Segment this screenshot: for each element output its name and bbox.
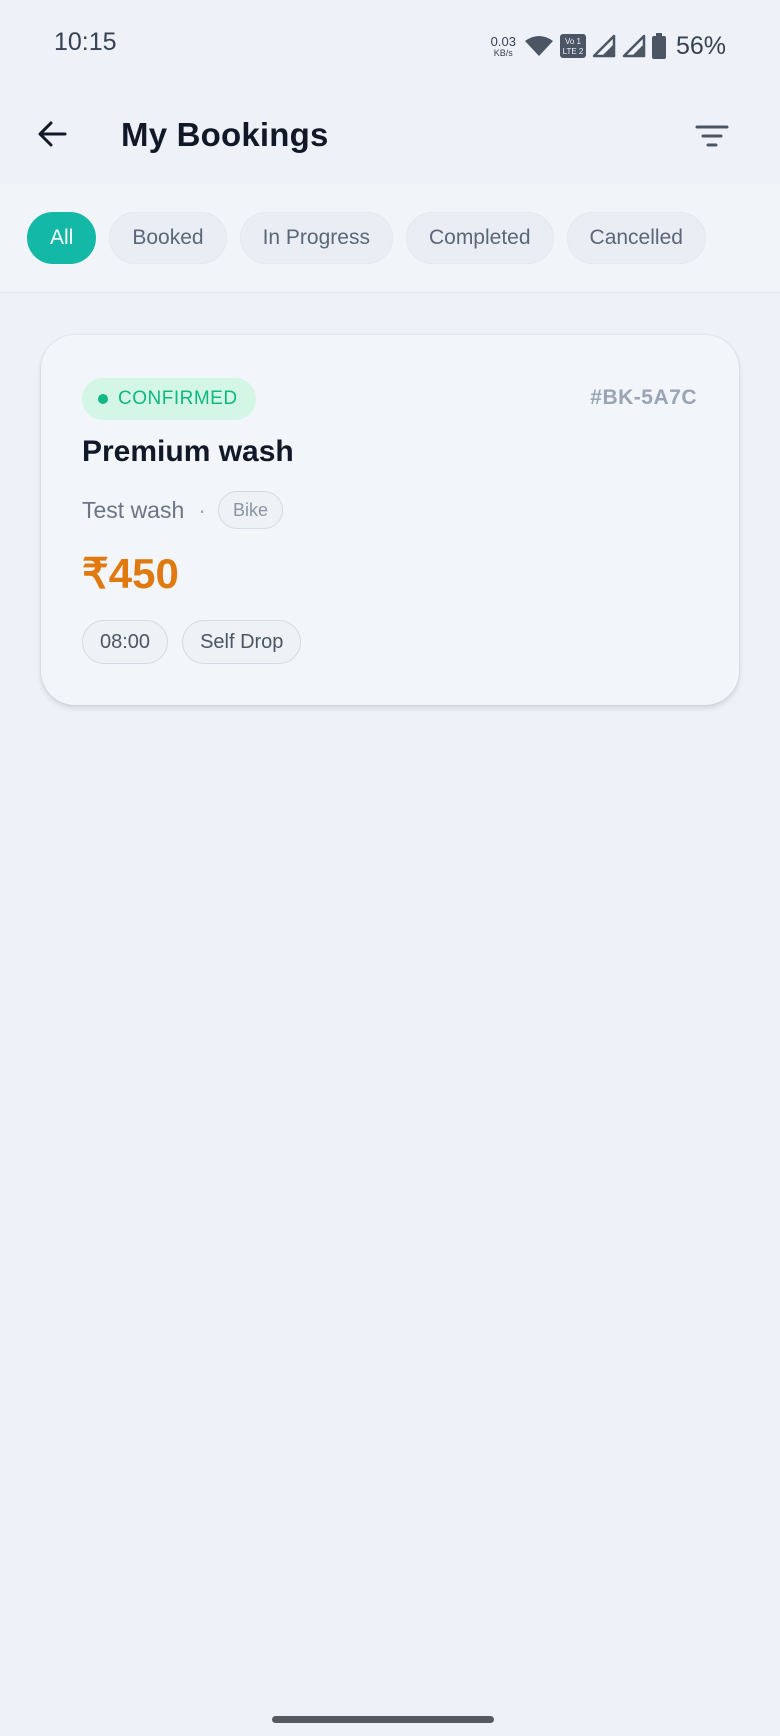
tab-all[interactable]: All bbox=[27, 212, 97, 264]
filter-button[interactable] bbox=[684, 110, 740, 166]
status-filter-tabs: All Booked In Progress Completed Cancell… bbox=[0, 184, 780, 293]
time-slot-chip: 08:00 bbox=[82, 620, 169, 664]
filter-lines-icon bbox=[695, 124, 729, 153]
booking-info-chips: 08:00 Self Drop bbox=[82, 620, 302, 664]
volte-icon: Vo 1 LTE 2 bbox=[559, 34, 586, 58]
signal-icon bbox=[622, 34, 646, 58]
signal-icon bbox=[592, 34, 616, 58]
status-icons: 0.03 KB/s Vo 1 LTE 2 56% bbox=[491, 30, 726, 62]
tab-cancelled[interactable]: Cancelled bbox=[566, 212, 706, 264]
battery-icon bbox=[651, 33, 666, 59]
home-indicator[interactable] bbox=[272, 1716, 494, 1723]
tab-booked[interactable]: Booked bbox=[109, 212, 227, 264]
tabs-row: All Booked In Progress Completed Cancell… bbox=[27, 212, 706, 264]
tab-completed[interactable]: Completed bbox=[405, 212, 554, 264]
booking-price: ₹450 bbox=[82, 550, 179, 597]
status-dot-icon bbox=[98, 394, 108, 404]
network-speed: 0.03 KB/s bbox=[491, 35, 516, 58]
wifi-icon bbox=[524, 34, 554, 58]
booking-subtitle: Test wash · Bike bbox=[82, 490, 283, 530]
arrow-left-icon bbox=[37, 120, 67, 153]
back-button[interactable] bbox=[24, 108, 80, 164]
shop-name: Test wash bbox=[82, 496, 185, 523]
booking-id: #BK-5A7C bbox=[590, 386, 697, 409]
separator: · bbox=[198, 496, 206, 523]
svg-text:Vo 1: Vo 1 bbox=[565, 37, 582, 46]
status-time: 10:15 bbox=[54, 28, 117, 56]
booking-card[interactable]: CONFIRMED #BK-5A7C Premium wash Test was… bbox=[41, 335, 739, 705]
network-speed-unit: KB/s bbox=[493, 47, 513, 58]
pickup-mode-chip: Self Drop bbox=[182, 620, 302, 664]
status-bar: 10:15 0.03 KB/s Vo 1 LTE 2 56% bbox=[0, 0, 780, 92]
status-badge-label: CONFIRMED bbox=[118, 388, 238, 409]
tab-in-progress[interactable]: In Progress bbox=[239, 212, 393, 264]
app-header: My Bookings bbox=[0, 92, 780, 184]
network-speed-value: 0.03 bbox=[490, 33, 516, 49]
status-badge: CONFIRMED bbox=[82, 378, 256, 420]
service-name: Premium wash bbox=[82, 435, 294, 468]
svg-text:LTE 2: LTE 2 bbox=[563, 47, 584, 56]
battery-percent: 56% bbox=[675, 31, 726, 60]
vehicle-type-chip: Bike bbox=[217, 491, 283, 529]
page-title: My Bookings bbox=[121, 116, 329, 153]
